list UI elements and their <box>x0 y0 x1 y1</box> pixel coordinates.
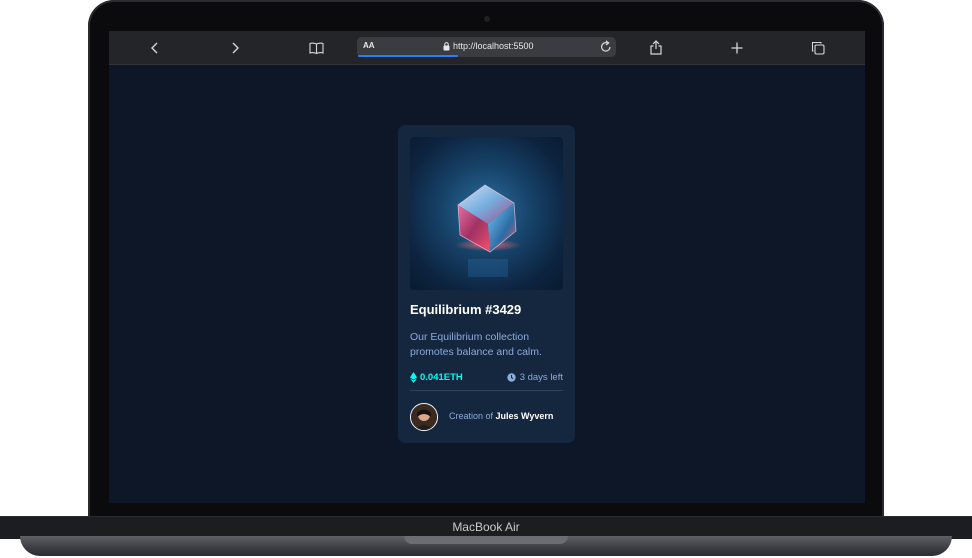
nft-image[interactable] <box>410 137 563 290</box>
browser-toolbar: AA http://localhost:5500 <box>109 31 865 65</box>
card-divider <box>410 390 563 391</box>
new-tab-icon <box>731 42 743 53</box>
creator-row: Creation of Jules Wyvern <box>410 403 570 431</box>
creator-avatar <box>410 403 438 431</box>
lock-icon <box>443 42 450 51</box>
device-label: MacBook Air <box>452 520 520 534</box>
bookmarks-button[interactable] <box>298 31 334 64</box>
laptop-notch <box>404 536 568 544</box>
reload-icon[interactable] <box>600 40 612 53</box>
share-button[interactable] <box>638 31 674 64</box>
camera <box>484 16 490 22</box>
tabs-overview-button[interactable] <box>800 31 836 64</box>
nft-meta: 0.041ETH 3 days left <box>410 372 563 386</box>
avatar-icon <box>411 404 437 430</box>
share-icon <box>650 40 662 55</box>
ethereum-icon <box>410 372 417 383</box>
forward-button[interactable] <box>217 31 253 64</box>
url-text[interactable]: http://localhost:5500 <box>453 41 534 51</box>
cube-artwork <box>454 184 522 277</box>
text-size-button[interactable]: AA <box>363 41 375 50</box>
nft-time-left: 3 days left <box>506 372 563 383</box>
back-button[interactable] <box>137 31 173 64</box>
nft-description: Our Equilibrium collection promotes bala… <box>410 331 542 358</box>
price-value: 0.041ETH <box>420 372 463 383</box>
creator-name[interactable]: Jules Wyvern <box>496 411 554 421</box>
page-load-progress <box>358 55 459 57</box>
creator-credit: Creation of Jules Wyvern <box>449 411 553 421</box>
bookmarks-icon <box>308 42 324 54</box>
browser-screen: AA http://localhost:5500 Equilibrium #34… <box>109 31 865 503</box>
address-bar[interactable]: AA http://localhost:5500 <box>357 37 616 57</box>
creator-prefix: Creation of <box>449 411 494 421</box>
nft-card: Equilibrium #3429 Our Equilibrium collec… <box>398 125 575 443</box>
tabs-icon <box>811 41 825 55</box>
back-icon <box>151 42 158 53</box>
time-left-value: 3 days left <box>519 372 563 383</box>
new-tab-button[interactable] <box>719 31 755 64</box>
nft-title[interactable]: Equilibrium #3429 <box>410 302 521 317</box>
clock-icon <box>506 373 516 382</box>
forward-icon <box>232 42 239 53</box>
nft-price: 0.041ETH <box>410 372 463 383</box>
